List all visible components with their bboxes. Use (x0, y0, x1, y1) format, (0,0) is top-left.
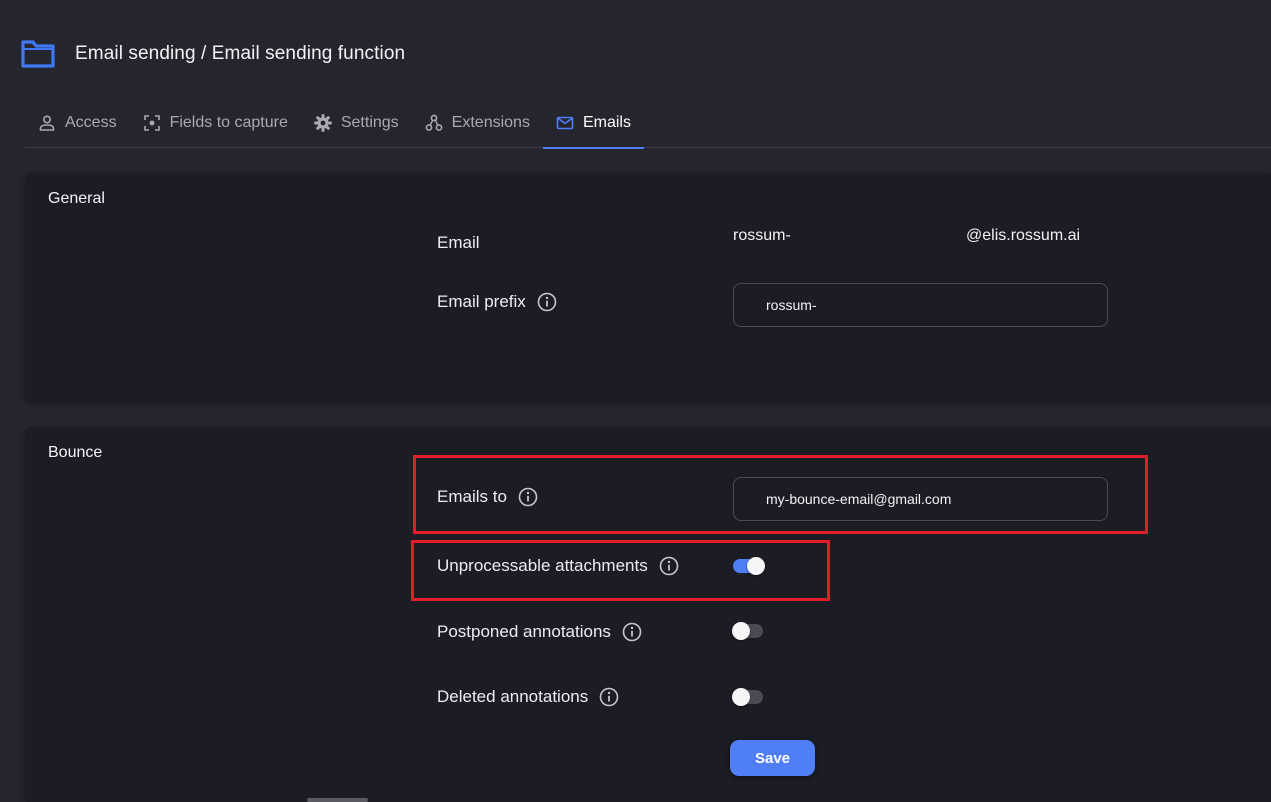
emails-to-input[interactable] (733, 477, 1108, 521)
info-icon[interactable] (659, 556, 679, 576)
section-title: Bounce (48, 444, 103, 461)
postponed-label-text: Postponed annotations (437, 622, 611, 641)
toggle-knob (732, 622, 750, 640)
tab-settings[interactable]: Settings (301, 98, 412, 148)
tab-bar: Access Fields to capture Settings Extens… (25, 98, 1271, 149)
emails-to-label-text: Emails to (437, 487, 507, 506)
email-prefix-label-text: Email prefix (437, 292, 526, 311)
folder-icon (21, 40, 55, 68)
extensions-icon (425, 114, 443, 131)
toggle-knob (747, 557, 765, 575)
email-address-prefix: rossum- (733, 227, 791, 244)
save-button[interactable]: Save (730, 740, 815, 776)
info-icon[interactable] (622, 622, 642, 642)
email-label-text: Email (437, 233, 480, 252)
tab-fields-to-capture[interactable]: Fields to capture (130, 98, 301, 148)
info-icon[interactable] (518, 487, 538, 507)
unprocessable-label-text: Unprocessable attachments (437, 556, 648, 575)
section-title: General (48, 190, 105, 207)
email-address-domain: @elis.rossum.ai (966, 227, 1081, 244)
tab-emails[interactable]: Emails (542, 98, 644, 149)
horizontal-scrollbar-thumb[interactable] (307, 798, 368, 802)
page-header: Email sending / Email sending function (20, 36, 405, 72)
unprocessable-attachments-toggle[interactable] (733, 557, 765, 575)
user-icon (39, 115, 55, 131)
info-icon[interactable] (599, 687, 619, 707)
tab-access[interactable]: Access (25, 98, 130, 148)
deleted-label-text: Deleted annotations (437, 687, 589, 706)
info-icon[interactable] (537, 292, 557, 312)
tab-extensions[interactable]: Extensions (412, 98, 543, 148)
email-prefix-input[interactable] (733, 283, 1108, 327)
unprocessable-attachments-label: Unprocessable attachments (437, 556, 679, 576)
page-title: Email sending / Email sending function (75, 43, 406, 64)
bounce-section: Bounce Emails to Unprocessable attachmen… (25, 427, 1271, 802)
email-label: Email (437, 233, 480, 253)
emails-to-label: Emails to (437, 487, 538, 507)
tab-label: Extensions (451, 114, 530, 131)
email-prefix-label: Email prefix (437, 292, 557, 312)
deleted-annotations-toggle[interactable] (732, 688, 763, 706)
tab-label: Settings (340, 114, 399, 131)
mail-icon (556, 116, 574, 130)
postponed-annotations-label: Postponed annotations (437, 622, 642, 642)
tab-label: Access (65, 114, 117, 131)
gear-icon (313, 114, 332, 132)
tab-label: Emails (582, 114, 631, 131)
tab-label: Fields to capture (169, 114, 288, 131)
page: Email sending / Email sending function A… (0, 0, 1271, 802)
deleted-annotations-label: Deleted annotations (437, 687, 619, 707)
capture-icon (143, 115, 160, 131)
general-section: General Email rossum- @elis.rossum.ai Em… (25, 173, 1271, 402)
toggle-knob (732, 688, 750, 706)
postponed-annotations-toggle[interactable] (732, 622, 763, 640)
